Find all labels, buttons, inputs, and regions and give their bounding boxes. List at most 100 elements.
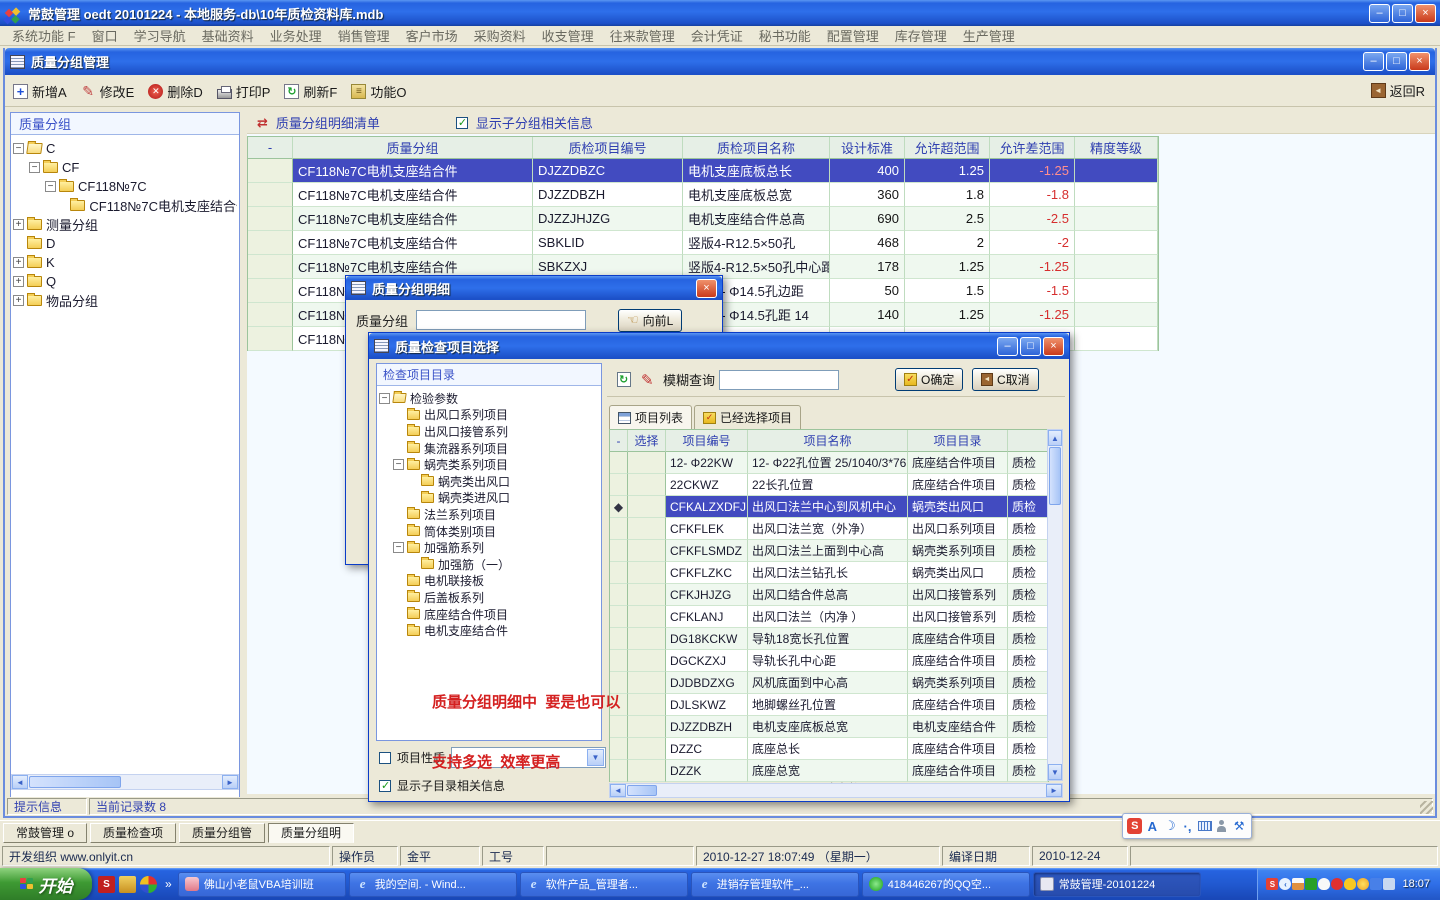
task-button[interactable]: e软件产品_管理者... bbox=[520, 872, 688, 897]
volume-icon[interactable] bbox=[1383, 878, 1395, 890]
column-header[interactable]: 选择 bbox=[628, 430, 666, 452]
keyboard-icon[interactable] bbox=[1198, 821, 1212, 831]
tree-expander[interactable]: − bbox=[393, 542, 404, 553]
column-header[interactable]: 允许差范围 bbox=[990, 137, 1075, 159]
tree-item[interactable]: +测量分组 bbox=[13, 215, 237, 234]
start-button[interactable]: 开始 bbox=[0, 868, 92, 900]
menu-item[interactable]: 销售管理 bbox=[330, 26, 398, 45]
tree-item[interactable]: 出风口系列项目 bbox=[379, 407, 599, 424]
table-row[interactable]: CF118№7C电机支座结合件DJZZJHJZG电机支座结合件总高6902.5-… bbox=[248, 207, 1158, 231]
ok-button[interactable]: O确定 bbox=[895, 368, 963, 391]
pinwheel-icon[interactable] bbox=[140, 876, 157, 893]
toolbar-delete-button[interactable]: 删除D bbox=[148, 82, 202, 101]
wrench-icon[interactable] bbox=[1232, 818, 1247, 834]
tree-item[interactable]: −蜗壳类系列项目 bbox=[379, 456, 599, 473]
language-bar[interactable]: SA☽·, bbox=[1122, 813, 1252, 839]
menu-item[interactable]: 秘书功能 bbox=[751, 26, 819, 45]
task-button[interactable]: e进销存管理软件_... bbox=[691, 872, 859, 897]
toolbar-function-button[interactable]: 功能O bbox=[351, 82, 406, 101]
penguin-icon[interactable] bbox=[1318, 878, 1330, 890]
mdi-tab[interactable]: 质量分组明 bbox=[268, 823, 354, 843]
tree-item[interactable]: 集流器系列项目 bbox=[379, 440, 599, 457]
column-header[interactable]: 精度等级 bbox=[1075, 137, 1158, 159]
tree-expander[interactable]: − bbox=[13, 143, 24, 154]
tree-item[interactable]: −CF bbox=[13, 158, 237, 177]
menu-item[interactable]: 系统功能 F bbox=[4, 26, 84, 45]
tree-item[interactable]: 加强筋（一） bbox=[379, 556, 599, 573]
pen-icon[interactable] bbox=[641, 371, 654, 389]
item-table-vscrollbar[interactable]: ▲ ▼ bbox=[1047, 429, 1063, 781]
sw-icon[interactable]: S bbox=[98, 876, 115, 893]
gift-icon[interactable] bbox=[1305, 878, 1317, 890]
child-close-button[interactable]: × bbox=[1409, 52, 1430, 71]
chevron-left-icon[interactable]: ‹ bbox=[1279, 878, 1291, 890]
child-restore-button[interactable]: □ bbox=[1386, 52, 1407, 71]
scroll-right-arrow[interactable]: ► bbox=[1046, 784, 1062, 797]
table-row[interactable]: DJLSKWZ地脚螺丝孔位置底座结合件项目质检 bbox=[610, 694, 1048, 716]
gear-icon[interactable] bbox=[119, 876, 136, 893]
menu-item[interactable]: 窗口 bbox=[84, 26, 126, 45]
column-header[interactable]: 质量分组 bbox=[293, 137, 533, 159]
table-row[interactable]: 22CKWZ22长孔位置底座结合件项目质检 bbox=[610, 474, 1048, 496]
moon-icon[interactable]: ☽ bbox=[1162, 818, 1177, 834]
tree-item[interactable]: −加强筋系列 bbox=[379, 539, 599, 556]
tree-item[interactable]: 蜗壳类进风口 bbox=[379, 490, 599, 507]
table-row[interactable]: CF118№7C电机支座结合件DJZZDBZH电机支座底板总宽3601.8-1.… bbox=[248, 183, 1158, 207]
child-minimize-button[interactable]: – bbox=[1363, 52, 1384, 71]
task-button[interactable]: e我的空间. - Wind... bbox=[349, 872, 517, 897]
task-button[interactable]: 418446267的QQ空... bbox=[862, 872, 1030, 897]
restore-button[interactable]: □ bbox=[1392, 4, 1413, 23]
column-header[interactable]: 项目编号 bbox=[666, 430, 748, 452]
close-button[interactable]: × bbox=[1415, 4, 1436, 23]
item-table-hscrollbar[interactable]: ◄ ► bbox=[609, 783, 1063, 798]
tree-item[interactable]: 筒体类别项目 bbox=[379, 523, 599, 540]
scroll-down-arrow[interactable]: ▼ bbox=[1048, 764, 1062, 780]
table-row[interactable]: DZZK底座总宽底座结合件项目质检 bbox=[610, 760, 1048, 782]
table-row[interactable]: DJDBDZXG风机底面到中心高蜗壳类系列项目质检 bbox=[610, 672, 1048, 694]
person-icon[interactable] bbox=[1214, 818, 1229, 834]
table-row[interactable]: DZZC底座总长底座结合件项目质检 bbox=[610, 738, 1048, 760]
table-row[interactable]: 12- Φ22KW12- Φ22孔位置 25/1040/3*76底座结合件项目质… bbox=[610, 452, 1048, 474]
tree-item[interactable]: 法兰系列项目 bbox=[379, 506, 599, 523]
menu-item[interactable]: 会计凭证 bbox=[683, 26, 751, 45]
scroll-left-arrow[interactable]: ◄ bbox=[12, 775, 28, 789]
punctuation-icon[interactable]: ·, bbox=[1180, 818, 1195, 834]
tree-expander[interactable]: − bbox=[45, 181, 56, 192]
package-icon[interactable] bbox=[1292, 878, 1304, 890]
toolbar-add-button[interactable]: 新增A bbox=[13, 82, 67, 101]
menu-item[interactable]: 客户市场 bbox=[398, 26, 466, 45]
tree-item[interactable]: 出风口接管系列 bbox=[379, 423, 599, 440]
tree-item[interactable]: 底座结合件项目 bbox=[379, 606, 599, 623]
column-header[interactable]: 质检项目编号 bbox=[533, 137, 683, 159]
resize-grip[interactable] bbox=[1420, 801, 1433, 814]
table-row[interactable]: CFKFLSMDZ出风口法兰上面到中心高蜗壳类系列项目质检 bbox=[610, 540, 1048, 562]
item-nature-checkbox[interactable] bbox=[379, 752, 391, 764]
tree-item[interactable]: +K bbox=[13, 253, 237, 272]
detail-close-button[interactable]: × bbox=[696, 279, 717, 298]
menu-item[interactable]: 学习导航 bbox=[126, 26, 194, 45]
table-row[interactable]: CF118№7C电机支座结合件SBKLID竖版4-R12.5×50孔4682-2 bbox=[248, 231, 1158, 255]
column-header[interactable]: 允许超范围 bbox=[905, 137, 990, 159]
table-row[interactable]: DJZZDBZH电机支座底板总宽电机支座结合件质检 bbox=[610, 716, 1048, 738]
select-close-button[interactable]: × bbox=[1043, 337, 1064, 356]
qq-yellow-icon[interactable] bbox=[1344, 878, 1356, 890]
menu-item[interactable]: 收支管理 bbox=[534, 26, 602, 45]
cancel-button[interactable]: C取消 bbox=[972, 368, 1039, 391]
forward-button[interactable]: ☜ 向前L bbox=[618, 309, 682, 332]
tree-item[interactable]: 电机支座结合件 bbox=[379, 622, 599, 639]
tree-expander[interactable]: + bbox=[13, 276, 24, 287]
tree-horizontal-scrollbar[interactable]: ◄ ► bbox=[11, 774, 239, 790]
mdi-tab[interactable]: 常鼓管理 o bbox=[3, 823, 87, 843]
menu-item[interactable]: 生产管理 bbox=[955, 26, 1023, 45]
tree-item[interactable]: CF118№7C电机支座结合件 bbox=[13, 196, 237, 215]
tree-item[interactable]: 蜗壳类出风口 bbox=[379, 473, 599, 490]
scroll-right-arrow[interactable]: ► bbox=[222, 775, 238, 789]
tree-item[interactable]: −C bbox=[13, 139, 237, 158]
toolbar-edit-button[interactable]: 修改E bbox=[81, 82, 135, 101]
tree-item[interactable]: −CF118№7C bbox=[13, 177, 237, 196]
table-row[interactable]: DG18KCKW导轨18宽长孔位置底座结合件项目质检 bbox=[610, 628, 1048, 650]
group-field-input[interactable] bbox=[416, 310, 586, 330]
tree-item[interactable]: 电机联接板 bbox=[379, 573, 599, 590]
show-subdir-checkbox[interactable] bbox=[379, 780, 391, 792]
minimize-button[interactable]: – bbox=[1369, 4, 1390, 23]
